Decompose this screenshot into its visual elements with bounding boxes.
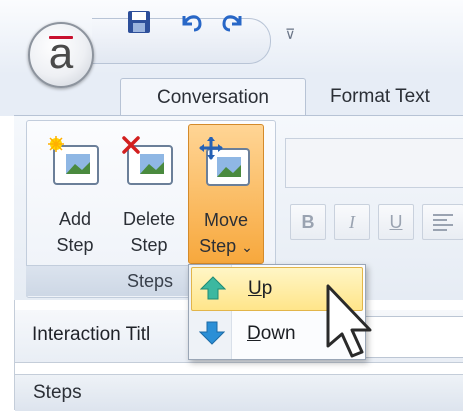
delete-step-label: Delete Step <box>122 209 176 255</box>
app-logo-icon: a <box>48 29 74 78</box>
app-menu-button[interactable]: a <box>28 22 94 88</box>
font-name-combo[interactable] <box>285 138 463 188</box>
tab-label: Conversation <box>157 87 269 108</box>
tab-conversation[interactable]: Conversation <box>120 78 306 117</box>
redo-button[interactable] <box>218 8 248 36</box>
undo-button[interactable] <box>176 8 206 36</box>
underline-button[interactable]: U <box>378 204 414 240</box>
delete-step-icon <box>122 136 173 185</box>
redo-icon <box>222 15 242 32</box>
move-step-button[interactable]: Move Step ⌄ <box>188 124 264 264</box>
interaction-title-label: Interaction Titl <box>32 324 151 345</box>
save-icon <box>128 11 150 33</box>
tab-label: Format Text <box>330 86 430 107</box>
move-step-label: Move Step ⌄ <box>199 210 253 256</box>
steps-panel-header <box>15 374 463 411</box>
dropdown-arrow-icon: ⌄ <box>241 239 253 255</box>
move-step-icon <box>199 137 250 186</box>
align-left-icon <box>433 214 453 231</box>
add-step-label: Add Step <box>56 209 94 255</box>
delete-step-button[interactable]: Delete Step <box>112 124 186 262</box>
customize-qat-icon[interactable]: ⊽ <box>285 26 295 43</box>
steps-panel-title: Steps <box>33 382 82 403</box>
save-button[interactable] <box>124 8 154 36</box>
arrow-up-icon <box>200 276 226 300</box>
undo-icon <box>182 15 202 32</box>
align-button[interactable] <box>422 204 463 240</box>
tab-format-text[interactable]: Format Text <box>330 78 463 116</box>
bold-button[interactable]: B <box>290 204 326 240</box>
add-step-button[interactable]: Add Step <box>38 124 112 262</box>
menu-item-label: Down <box>247 323 296 344</box>
menu-item-label: Up <box>248 278 273 299</box>
arrow-down-icon <box>199 321 225 345</box>
italic-button[interactable]: I <box>334 204 370 240</box>
add-step-icon <box>48 136 99 185</box>
mouse-cursor-icon <box>326 284 372 358</box>
